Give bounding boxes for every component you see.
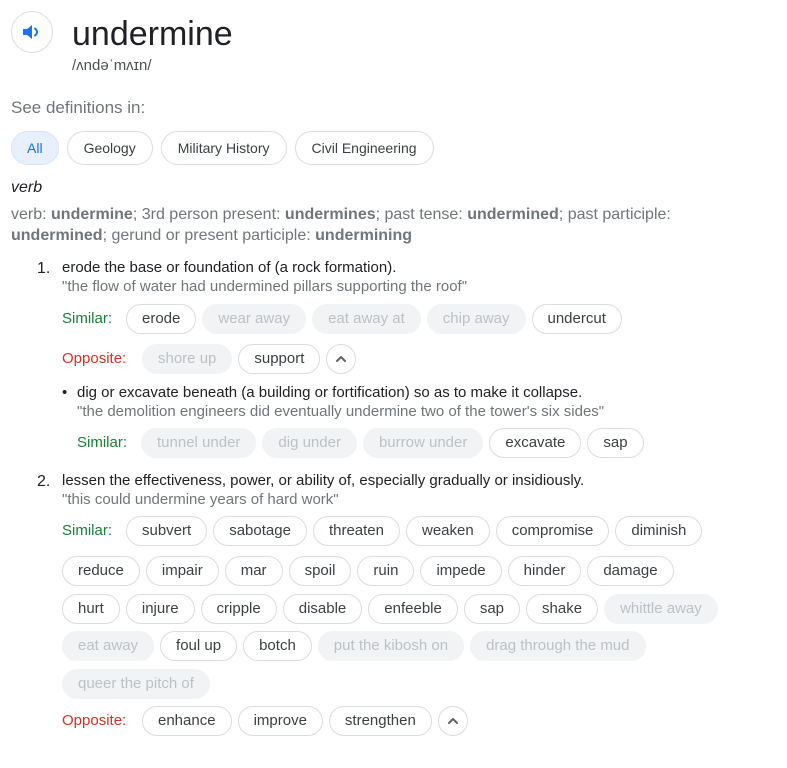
word-chip[interactable]: wear away — [202, 304, 307, 334]
word-chip[interactable]: weaken — [405, 516, 490, 546]
word-chip[interactable]: whittle away — [604, 594, 718, 624]
similar-chips-row: eat away foul up botch put the kibosh on dra… — [62, 631, 646, 661]
word-chip[interactable]: eat away — [62, 631, 155, 661]
word-chip[interactable]: hurt — [62, 594, 120, 624]
sense-definition: lessen the effectiveness, power, or abil… — [62, 472, 585, 489]
sub-sense-example: "the demolition engineers did eventually… — [77, 403, 605, 420]
see-definitions-label: See definitions in: — [11, 98, 146, 117]
sense-example: "this could undermine years of hard work… — [62, 491, 339, 508]
word-chip[interactable]: excavate — [489, 428, 582, 458]
word-chip[interactable]: drag through the mud — [470, 631, 646, 661]
word-chip[interactable]: cripple — [200, 594, 277, 624]
word-chip[interactable]: undercut — [531, 304, 622, 334]
word-chip[interactable]: erode — [126, 304, 197, 334]
similar-chips: tunnel under dig under burrow under excavat… — [141, 428, 644, 458]
part-of-speech: verb — [11, 179, 43, 196]
sub-sense-definition: dig or excavate beneath (a building or f… — [77, 384, 583, 401]
similar-label: Similar: — [62, 310, 113, 327]
word-chip[interactable]: enfeeble — [368, 594, 458, 624]
collapse-button[interactable] — [437, 706, 468, 736]
word-chip[interactable]: sabotage — [213, 516, 307, 546]
word-chip[interactable]: damage — [587, 556, 674, 586]
past-form: undermined — [467, 206, 559, 223]
word-chip[interactable]: mar — [224, 556, 283, 586]
word-chip[interactable]: put the kibosh on — [317, 631, 465, 661]
similar-chips-row: reduce impair mar spoil ruin impede hinder dama… — [62, 556, 674, 586]
word-chip[interactable]: reduce — [62, 556, 140, 586]
word-chip[interactable]: subvert — [126, 516, 208, 546]
word-chip[interactable]: ruin — [357, 556, 415, 586]
word-chip[interactable]: diminish — [615, 516, 703, 546]
word-chip[interactable]: shake — [526, 594, 599, 624]
similar-label: Similar: — [62, 522, 113, 539]
chevron-up-icon — [447, 718, 458, 724]
word-chip[interactable]: improve — [237, 706, 323, 736]
gerund-label: ; gerund or present participle: — [102, 227, 311, 244]
p3-label: ; 3rd person present: — [132, 206, 281, 223]
filter-all[interactable]: All — [11, 131, 59, 165]
sub-sense-bullet: • — [62, 384, 68, 401]
sense-example: "the flow of water had undermined pillar… — [62, 278, 468, 295]
sense-number: 2. — [37, 473, 51, 490]
headword: undermine — [72, 15, 233, 53]
word-chip[interactable]: shore up — [142, 344, 233, 374]
pp-label: ; past participle: — [558, 206, 671, 223]
sense-definition: erode the base or foundation of (a rock … — [62, 259, 397, 276]
opposite-chips: shore up support — [142, 344, 357, 374]
gerund-form: undermining — [315, 227, 413, 244]
word-chip[interactable]: impair — [145, 556, 219, 586]
pp-form: undermined — [11, 227, 103, 244]
speaker-icon — [23, 25, 39, 39]
verb-label: verb: — [11, 206, 47, 223]
word-chip[interactable]: disable — [282, 594, 363, 624]
word-chip[interactable]: compromise — [495, 516, 610, 546]
word-chip[interactable]: foul up — [160, 631, 238, 661]
word-chip[interactable]: threaten — [312, 516, 400, 546]
collapse-button[interactable] — [326, 344, 357, 374]
pronunciation-button[interactable] — [11, 11, 53, 53]
p3-form: undermines — [284, 206, 376, 223]
word-chip[interactable]: spoil — [288, 556, 352, 586]
word-chip[interactable]: burrow under — [362, 428, 484, 458]
verb-forms: verb: undermine; 3rd person present: und… — [11, 204, 771, 246]
similar-chips-row: subvert sabotage threaten weaken compromise d… — [126, 516, 703, 546]
filter-geology[interactable]: Geology — [66, 131, 153, 165]
word-chip[interactable]: injure — [125, 594, 195, 624]
word-chip[interactable]: impede — [420, 556, 502, 586]
phonetic: /ʌndəˈmʌɪn/ — [72, 57, 152, 74]
opposite-label: Opposite: — [62, 350, 127, 367]
opposite-chips: enhance improve strengthen — [142, 706, 468, 736]
filter-military-history[interactable]: Military History — [160, 131, 287, 165]
similar-chips-row: hurt injure cripple disable enfeeble sap shake… — [62, 594, 718, 624]
word-chip[interactable]: sap — [463, 594, 521, 624]
sense-number: 1. — [37, 260, 51, 277]
word-chip[interactable]: support — [238, 344, 321, 374]
similar-label: Similar: — [77, 434, 128, 451]
definition-filters: All Geology Military History Civil Engin… — [11, 131, 434, 165]
similar-chips: erode wear away eat away at chip away underc… — [126, 304, 622, 334]
word-chip[interactable]: botch — [243, 631, 312, 661]
word-chip[interactable]: queer the pitch of — [62, 669, 210, 699]
past-label: ; past tense: — [375, 206, 463, 223]
word-chip[interactable]: sap — [587, 428, 644, 458]
word-chip[interactable]: dig under — [262, 428, 357, 458]
verb-form: undermine — [51, 206, 133, 223]
similar-chips-row: queer the pitch of — [62, 669, 210, 699]
word-chip[interactable]: tunnel under — [141, 428, 257, 458]
word-chip[interactable]: enhance — [142, 706, 232, 736]
chevron-up-icon — [336, 356, 347, 362]
filter-civil-engineering[interactable]: Civil Engineering — [294, 131, 434, 165]
word-chip[interactable]: strengthen — [328, 706, 432, 736]
word-chip[interactable]: hinder — [507, 556, 582, 586]
word-chip[interactable]: eat away at — [312, 304, 421, 334]
opposite-label: Opposite: — [62, 712, 127, 729]
word-chip[interactable]: chip away — [426, 304, 526, 334]
